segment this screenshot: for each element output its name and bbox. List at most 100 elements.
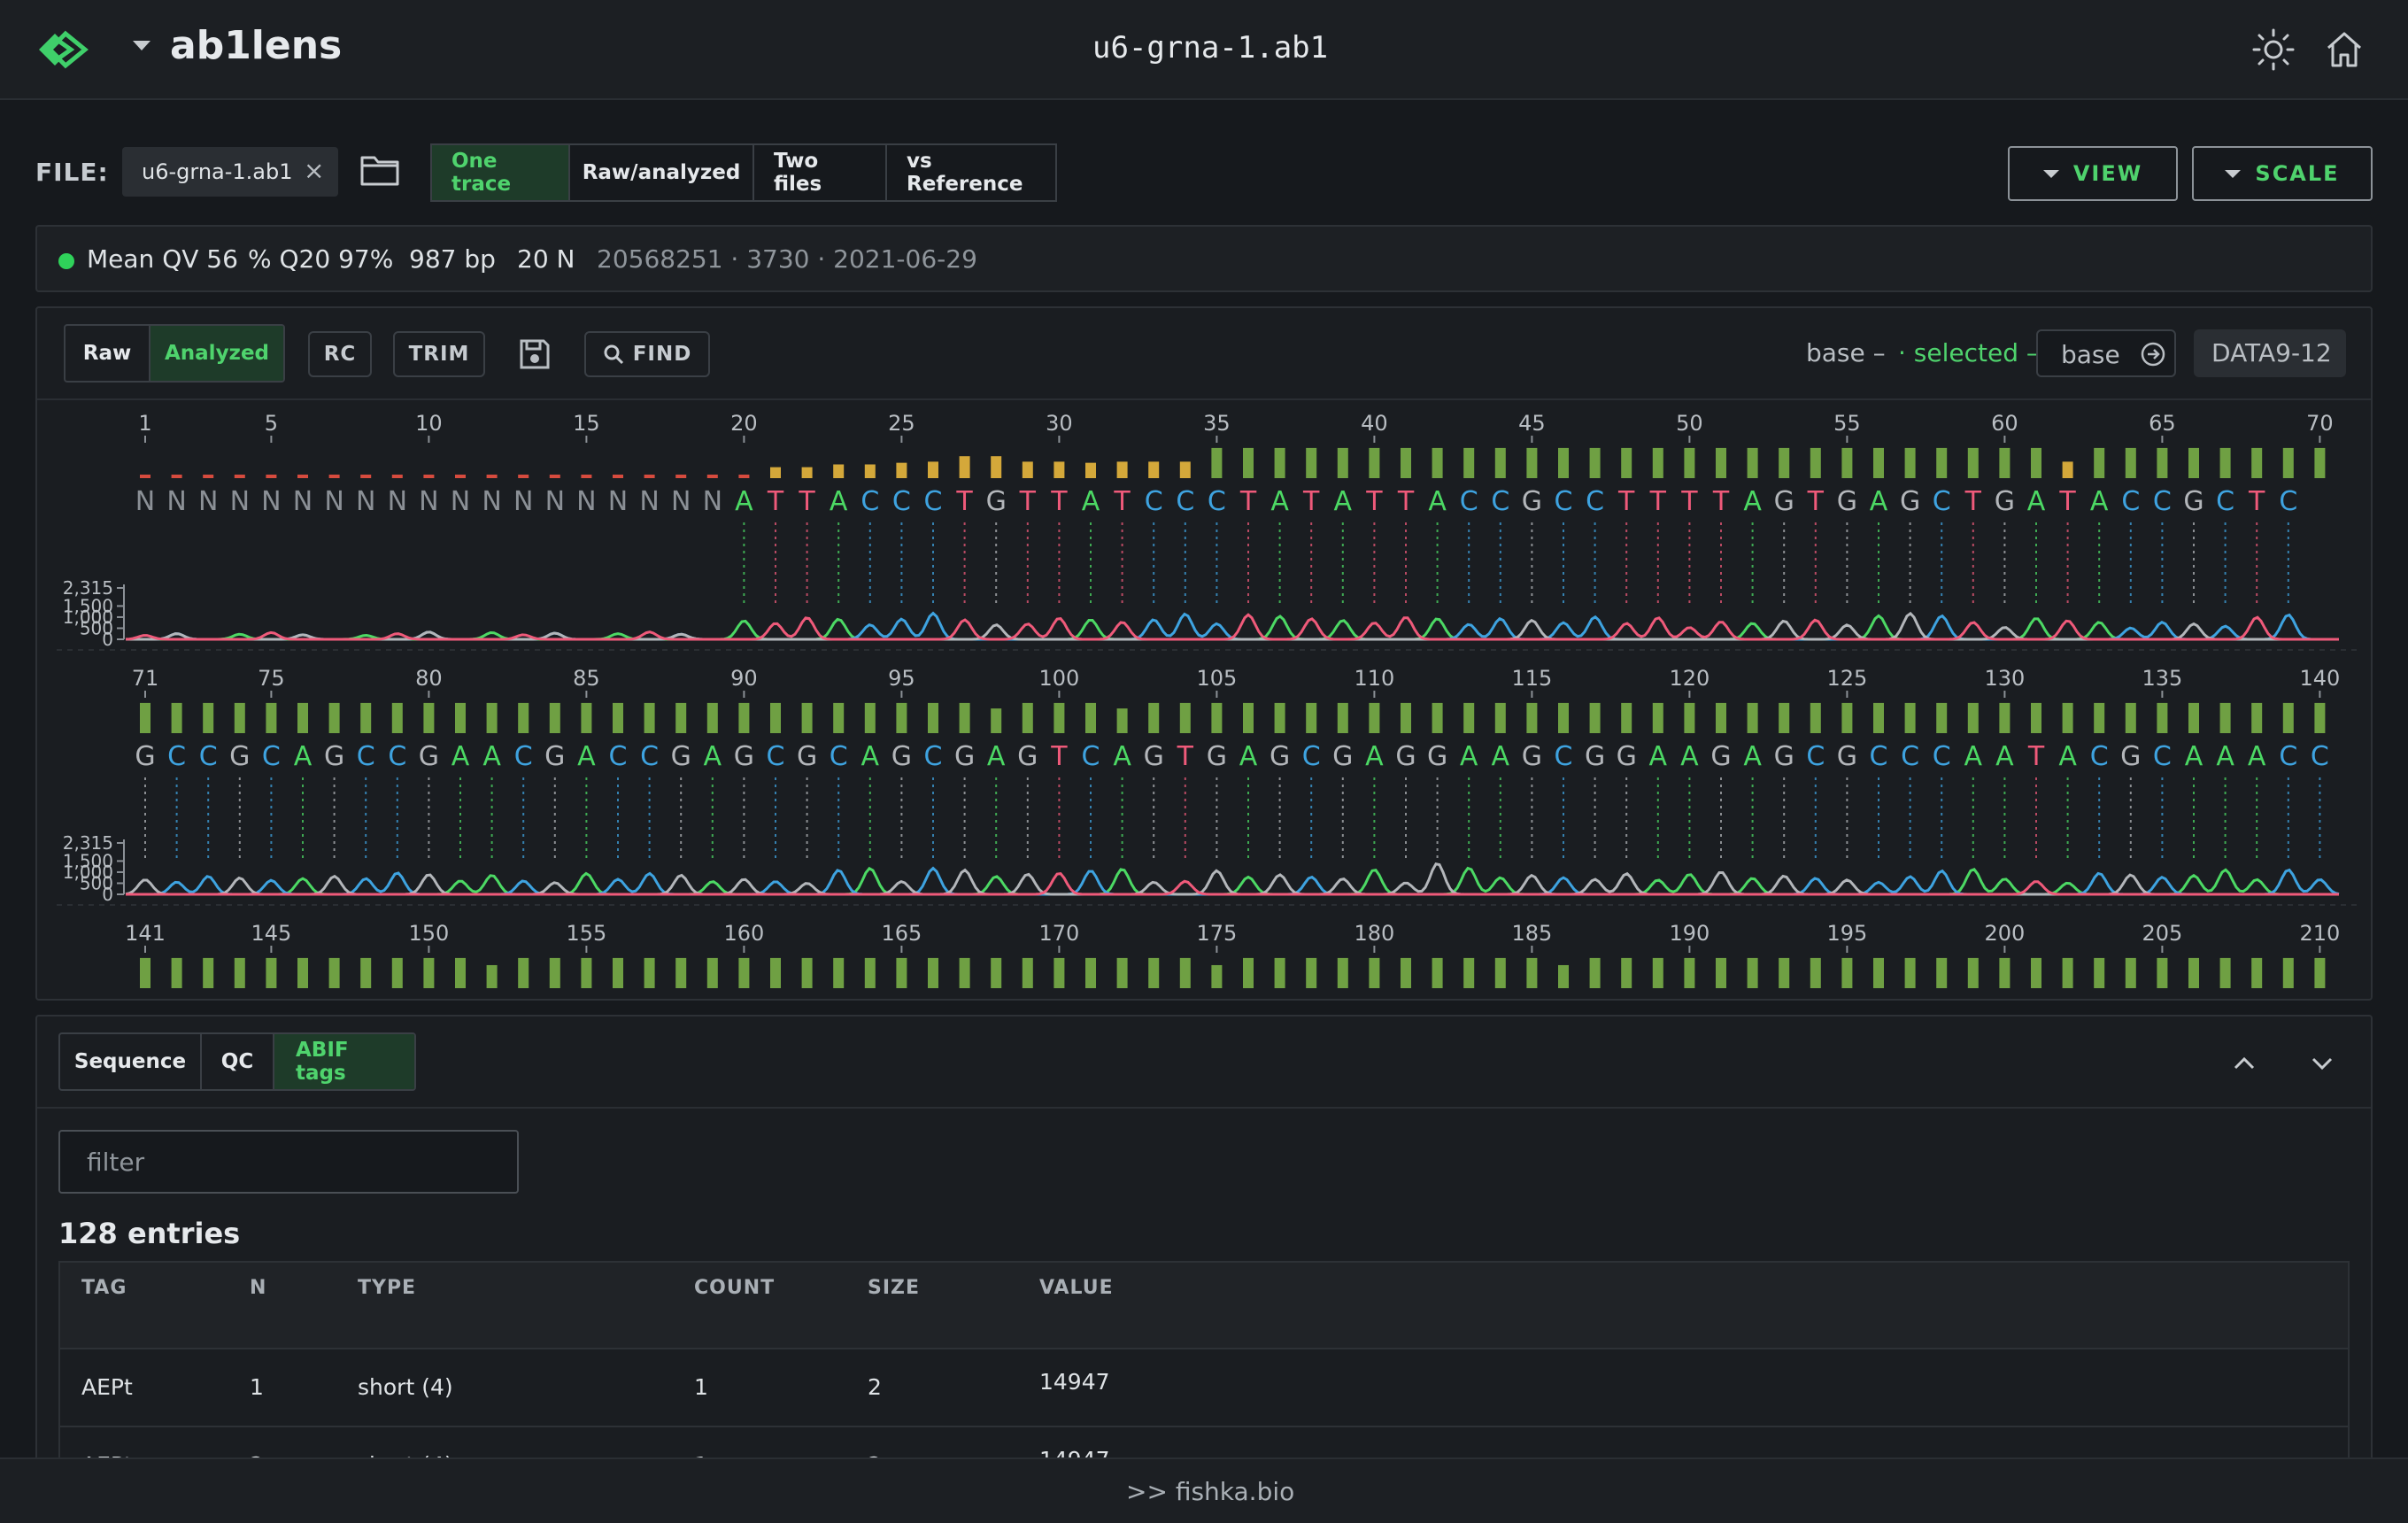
quality-bar [455, 475, 466, 478]
quality-bar [549, 957, 560, 988]
data-channel-chip[interactable]: DATA9-12 [2194, 329, 2346, 377]
base-call: T [1177, 741, 1194, 772]
quality-bar [1779, 957, 1790, 988]
quality-bar [644, 475, 655, 478]
base-call: A [1082, 486, 1100, 517]
quality-bar [423, 475, 435, 478]
header-n[interactable]: N [250, 1277, 266, 1299]
cell-type: short (4) [358, 1374, 453, 1400]
quality-bar [1494, 957, 1506, 988]
mode-two-files[interactable]: Two files [754, 145, 887, 200]
base-call: T [2058, 486, 2076, 517]
quality-bar [1936, 447, 1948, 478]
quality-bar [801, 702, 813, 733]
base-call: N [324, 486, 343, 517]
base-call: A [861, 741, 880, 772]
mode-one-trace[interactable]: One trace [432, 145, 570, 200]
quality-bar [675, 475, 687, 478]
quality-bar [140, 957, 150, 988]
arrow-circle-icon[interactable] [2139, 340, 2167, 368]
base-call: A [1743, 486, 1762, 517]
footer-link[interactable]: >> fishka.bio [1126, 1477, 1294, 1506]
quality-bar [2251, 447, 2263, 478]
tab-sequence[interactable]: Sequence [60, 1034, 202, 1089]
quality-bar [1085, 702, 1096, 733]
base-call: N [671, 486, 691, 517]
base-selector[interactable]: base [2036, 329, 2176, 377]
base-call: A [294, 741, 313, 772]
quality-bar [1179, 702, 1191, 733]
save-icon[interactable] [517, 336, 552, 372]
quality-bar [2282, 702, 2294, 733]
base-call: G [324, 741, 344, 772]
scale-button[interactable]: SCALE [2192, 146, 2373, 201]
quality-bar [518, 475, 529, 478]
quality-bar [1526, 447, 1538, 478]
quality-bar [613, 957, 623, 988]
y-tick-label: 0 [102, 884, 113, 905]
view-button[interactable]: VIEW [2008, 146, 2178, 201]
raw-button[interactable]: Raw [66, 326, 150, 381]
home-icon[interactable] [2321, 27, 2367, 73]
reverse-complement-button[interactable]: RC [308, 331, 372, 377]
quality-bar [1401, 702, 1411, 733]
quality-bar [1179, 461, 1191, 478]
position-tick-label: 75 [258, 666, 285, 691]
position-tick-label: 200 [1984, 921, 2025, 946]
base-call: C [1933, 486, 1951, 517]
header-tag[interactable]: TAG [81, 1277, 127, 1299]
base-call: G [671, 741, 691, 772]
app-logo-icon[interactable] [35, 27, 92, 73]
mode-vs-reference[interactable]: vs Reference [887, 145, 1055, 200]
header-size[interactable]: SIZE [868, 1277, 920, 1299]
base-call: A [830, 486, 848, 517]
analyzed-button[interactable]: Analyzed [150, 326, 283, 381]
quality-bar [1747, 702, 1758, 733]
mode-raw-analyzed[interactable]: Raw/analyzed [570, 145, 754, 200]
base-call: A [1743, 741, 1762, 772]
base-call: N [356, 486, 375, 517]
chevron-down-icon [2042, 169, 2059, 178]
header-count[interactable]: COUNT [694, 1277, 775, 1299]
table-row[interactable]: AEPt 1 short (4) 1 2 14947 [60, 1349, 2348, 1427]
quality-bar [613, 475, 623, 478]
base-call: G [544, 741, 565, 772]
trim-button[interactable]: TRIM [393, 331, 485, 377]
close-icon[interactable]: × [304, 156, 324, 185]
quality-bar [518, 957, 529, 988]
quality-bar [1054, 461, 1065, 478]
quality-bar [644, 957, 655, 988]
base-call: T [2027, 741, 2045, 772]
base-call: A [1995, 741, 2014, 772]
base-call: C [1460, 486, 1478, 517]
quality-bar [1116, 957, 1128, 988]
quality-bar [2062, 461, 2073, 478]
chevron-up-icon[interactable] [2229, 1048, 2259, 1078]
quality-bar [675, 702, 687, 733]
chevron-down-icon[interactable] [2307, 1048, 2337, 1078]
base-call: C [167, 741, 186, 772]
folder-icon[interactable] [359, 152, 400, 188]
tab-abif-tags[interactable]: ABIF tags [274, 1034, 414, 1089]
chromatogram[interactable]: 1 5 10 15 20 25 30 35 40 45 50 55 60 65 70N N N N N N N N N N N N… [37, 400, 2373, 1001]
quality-bar [2219, 447, 2231, 478]
quality-bar [328, 957, 340, 988]
position-tick-label: 55 [1833, 411, 1861, 436]
position-tick-label: 1 [138, 411, 151, 436]
quality-bar [266, 475, 277, 478]
file-chip[interactable]: u6-grna-1.ab1 × [122, 147, 338, 197]
header-value[interactable]: VALUE [1039, 1277, 1114, 1299]
sun-icon[interactable] [2250, 27, 2296, 73]
find-button[interactable]: FIND [584, 331, 710, 377]
quality-bar [2125, 957, 2136, 988]
tab-qc[interactable]: QC [202, 1034, 274, 1089]
base-call: A [2090, 486, 2109, 517]
app-menu-caret-icon[interactable] [133, 41, 150, 50]
quality-bar [1369, 957, 1380, 988]
quality-bar [896, 702, 907, 733]
quality-bar [1306, 447, 1317, 478]
header-type[interactable]: TYPE [358, 1277, 416, 1299]
base-call: T [1617, 486, 1635, 517]
tag-filter-input[interactable] [58, 1130, 519, 1194]
base-call: C [514, 741, 533, 772]
